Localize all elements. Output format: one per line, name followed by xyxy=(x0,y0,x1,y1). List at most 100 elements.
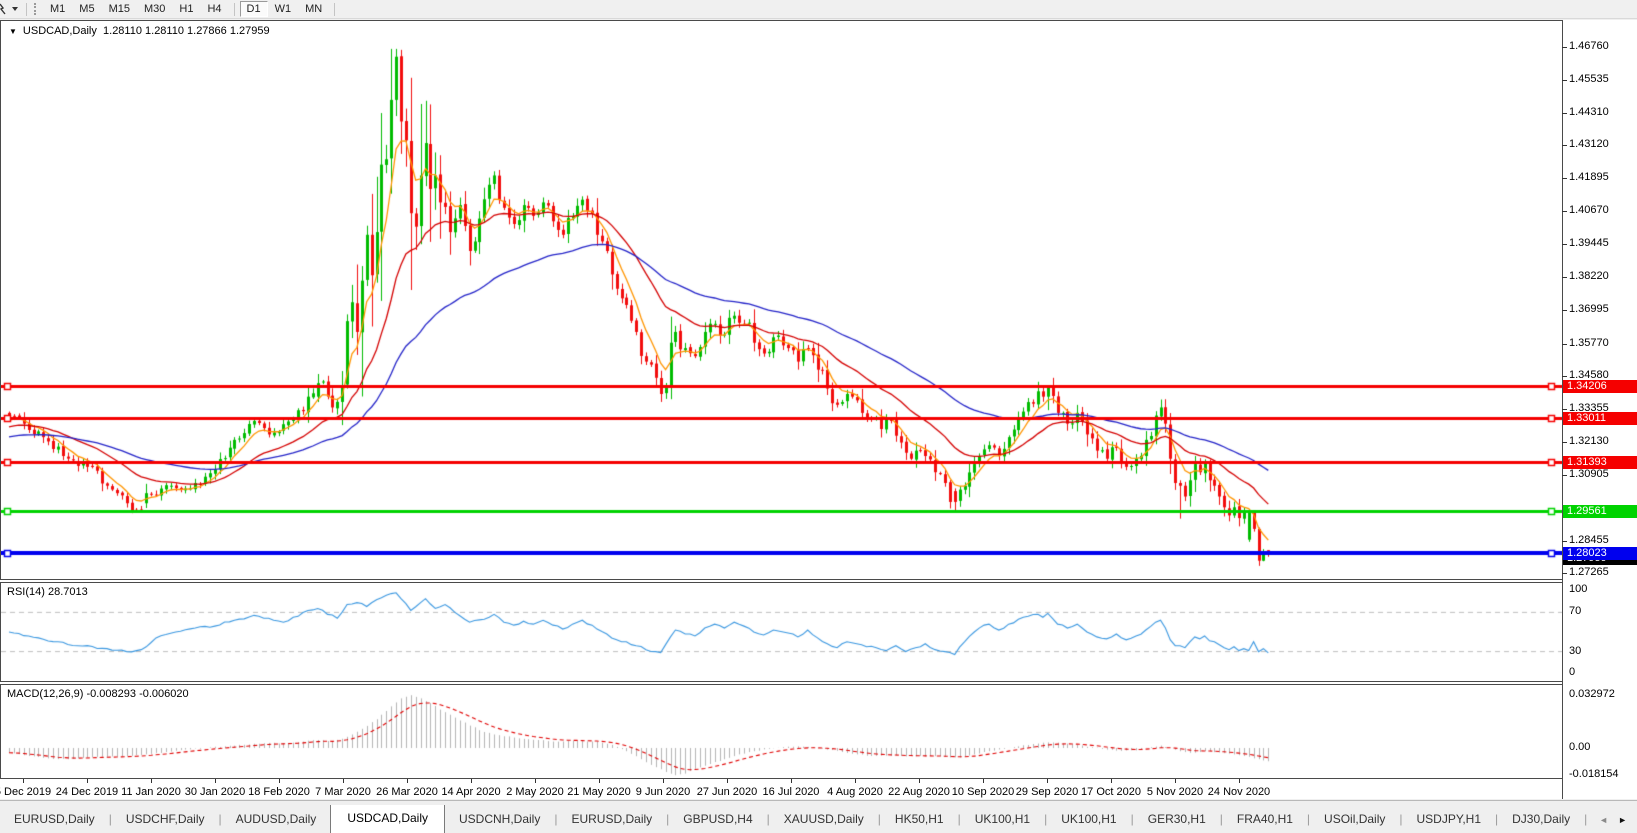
price-tick-mark xyxy=(1562,178,1567,179)
chart-title: ▼USDCAD,Daily 1.28110 1.28110 1.27866 1.… xyxy=(9,25,270,37)
chart-tool-icon[interactable] xyxy=(0,3,9,15)
chart-tab-hk50-h1[interactable]: HK50,H1 xyxy=(881,807,958,833)
rsi-tick-label: 70 xyxy=(1569,605,1581,617)
macd-tick-label: 0.032972 xyxy=(1569,688,1615,700)
date-tick-label: 30 Jan 2020 xyxy=(180,786,250,798)
timeframe-button-mn[interactable]: MN xyxy=(298,1,329,17)
price-tick-mark xyxy=(1562,541,1567,542)
chart-tab-uk100-h1[interactable]: UK100,H1 xyxy=(961,807,1044,833)
price-tick-mark xyxy=(1562,310,1567,311)
date-tick-mark xyxy=(1111,779,1112,783)
date-tick-mark xyxy=(87,779,88,783)
toolbar-separator xyxy=(234,3,235,16)
price-tick-mark xyxy=(1562,80,1567,81)
timeframe-button-w1[interactable]: W1 xyxy=(268,1,299,17)
price-tick-mark xyxy=(1562,376,1567,377)
price-tick-label: 1.45535 xyxy=(1569,73,1609,85)
macd-panel: MACD(12,26,9) -0.008293 -0.006020 xyxy=(0,684,1563,779)
chart-tab-gbpusd-h4[interactable]: GBPUSD,H4 xyxy=(669,807,766,833)
timeframe-toolbar: M1M5M15M30H1H4 D1W1MN xyxy=(0,0,1637,19)
date-tick-mark xyxy=(215,779,216,783)
date-tick-mark xyxy=(23,779,24,783)
line-price-tag: 1.29561 xyxy=(1563,505,1637,518)
date-tick-label: 22 Aug 2020 xyxy=(884,786,954,798)
toolbar-grip-icon[interactable] xyxy=(34,3,39,15)
date-tick-mark xyxy=(279,779,280,783)
timeframe-buttons: M1M5M15M30H1H4 D1W1MN xyxy=(43,1,340,17)
date-tick-mark xyxy=(791,779,792,783)
price-tick-label: 1.30905 xyxy=(1569,468,1609,480)
caret-down-icon[interactable] xyxy=(12,7,18,11)
date-tick-label: 11 Jan 2020 xyxy=(116,786,186,798)
timeframe-button-m5[interactable]: M5 xyxy=(72,1,101,17)
chart-tab-china300-h1[interactable]: CHINA300,H1 xyxy=(1587,807,1595,833)
chart-tab-xauusd-daily[interactable]: XAUUSD,Daily xyxy=(770,807,878,833)
price-tick-label: 1.36995 xyxy=(1569,303,1609,315)
date-tick-mark xyxy=(919,779,920,783)
rsi-tick-label: 30 xyxy=(1569,645,1581,657)
chart-tab-dj30-daily[interactable]: DJ30,Daily xyxy=(1498,807,1584,833)
date-tick-label: 14 Apr 2020 xyxy=(436,786,506,798)
date-tick-mark xyxy=(151,779,152,783)
price-tick-label: 1.38220 xyxy=(1569,270,1609,282)
price-tick-label: 1.28455 xyxy=(1569,534,1609,546)
chart-tab-usdcnh-daily[interactable]: USDCNH,Daily xyxy=(445,807,554,833)
date-tick-mark xyxy=(343,779,344,783)
price-tick-mark xyxy=(1562,244,1567,245)
date-tick-mark xyxy=(983,779,984,783)
price-tick-mark xyxy=(1562,344,1567,345)
date-tick-mark xyxy=(407,779,408,783)
chart-tab-eurusd-daily[interactable]: EURUSD,Daily xyxy=(0,807,109,833)
date-tick-label: 17 Oct 2020 xyxy=(1076,786,1146,798)
price-tick-label: 1.40670 xyxy=(1569,204,1609,216)
date-tick-label: 27 Jun 2020 xyxy=(692,786,762,798)
chart-tab-eurusd-daily[interactable]: EURUSD,Daily xyxy=(557,807,666,833)
price-tick-mark xyxy=(1562,277,1567,278)
chart-tab-fra40-h1[interactable]: FRA40,H1 xyxy=(1223,807,1307,833)
chart-tab-usdjpy-h1[interactable]: USDJPY,H1 xyxy=(1403,807,1495,833)
chart-tab-audusd-daily[interactable]: AUDUSD,Daily xyxy=(222,807,331,833)
chart-tab-bar: EURUSD,Daily|USDCHF,Daily|AUDUSD,DailyUS… xyxy=(0,800,1637,833)
timeframe-button-m1[interactable]: M1 xyxy=(43,1,72,17)
macd-indicator-label: MACD(12,26,9) -0.008293 -0.006020 xyxy=(7,688,189,700)
rsi-canvas[interactable] xyxy=(1,583,1562,681)
chart-tabs: EURUSD,Daily|USDCHF,Daily|AUDUSD,DailyUS… xyxy=(0,805,1595,833)
chart-tab-uk100-h1[interactable]: UK100,H1 xyxy=(1047,807,1130,833)
price-tick-label: 1.46760 xyxy=(1569,40,1609,52)
price-chart-canvas[interactable] xyxy=(1,21,1562,579)
date-tick-mark xyxy=(471,779,472,783)
price-tick-label: 1.27265 xyxy=(1569,566,1609,578)
toolbar-separator xyxy=(26,3,27,16)
mt4-terminal: M1M5M15M30H1H4 D1W1MN ▼USDCAD,Daily 1.281… xyxy=(0,0,1637,832)
macd-canvas[interactable] xyxy=(1,685,1562,778)
date-tick-label: 2 May 2020 xyxy=(500,786,570,798)
date-tick-mark xyxy=(599,779,600,783)
timeframe-button-d1[interactable]: D1 xyxy=(240,1,268,17)
date-tick-label: 5 Nov 2020 xyxy=(1140,786,1210,798)
price-tick-mark xyxy=(1562,47,1567,48)
date-tick-label: 10 Sep 2020 xyxy=(948,786,1018,798)
timeframe-button-h4[interactable]: H4 xyxy=(200,1,228,17)
price-tick-mark xyxy=(1562,573,1567,574)
timeframe-button-m15[interactable]: M15 xyxy=(102,1,137,17)
price-tick-mark xyxy=(1562,442,1567,443)
rsi-indicator-label: RSI(14) 28.7013 xyxy=(7,586,88,598)
timeframe-button-m30[interactable]: M30 xyxy=(137,1,172,17)
tab-scroll-right-icon[interactable]: ► xyxy=(1618,816,1627,825)
collapse-triangle-icon[interactable]: ▼ xyxy=(9,27,17,36)
timeframe-button-h1[interactable]: H1 xyxy=(172,1,200,17)
date-tick-label: 24 Nov 2020 xyxy=(1204,786,1274,798)
chart-window: ▼USDCAD,Daily 1.28110 1.28110 1.27866 1.… xyxy=(0,20,1637,799)
date-tick-mark xyxy=(855,779,856,783)
rsi-tick-label: 0 xyxy=(1569,666,1575,678)
price-tick-label: 1.39445 xyxy=(1569,237,1609,249)
price-tick-label: 1.34580 xyxy=(1569,369,1609,381)
chart-tab-usdchf-daily[interactable]: USDCHF,Daily xyxy=(112,807,219,833)
date-tick-label: 5 Dec 2019 xyxy=(0,786,58,798)
chart-tab-usoil-daily[interactable]: USOil,Daily xyxy=(1310,807,1399,833)
price-tick-mark xyxy=(1562,145,1567,146)
chart-tab-ger30-h1[interactable]: GER30,H1 xyxy=(1134,807,1220,833)
tab-scroll-left-icon[interactable]: ◄ xyxy=(1599,816,1608,825)
chart-tab-usdcad-daily[interactable]: USDCAD,Daily xyxy=(330,805,445,833)
date-tick-label: 9 Jun 2020 xyxy=(628,786,698,798)
